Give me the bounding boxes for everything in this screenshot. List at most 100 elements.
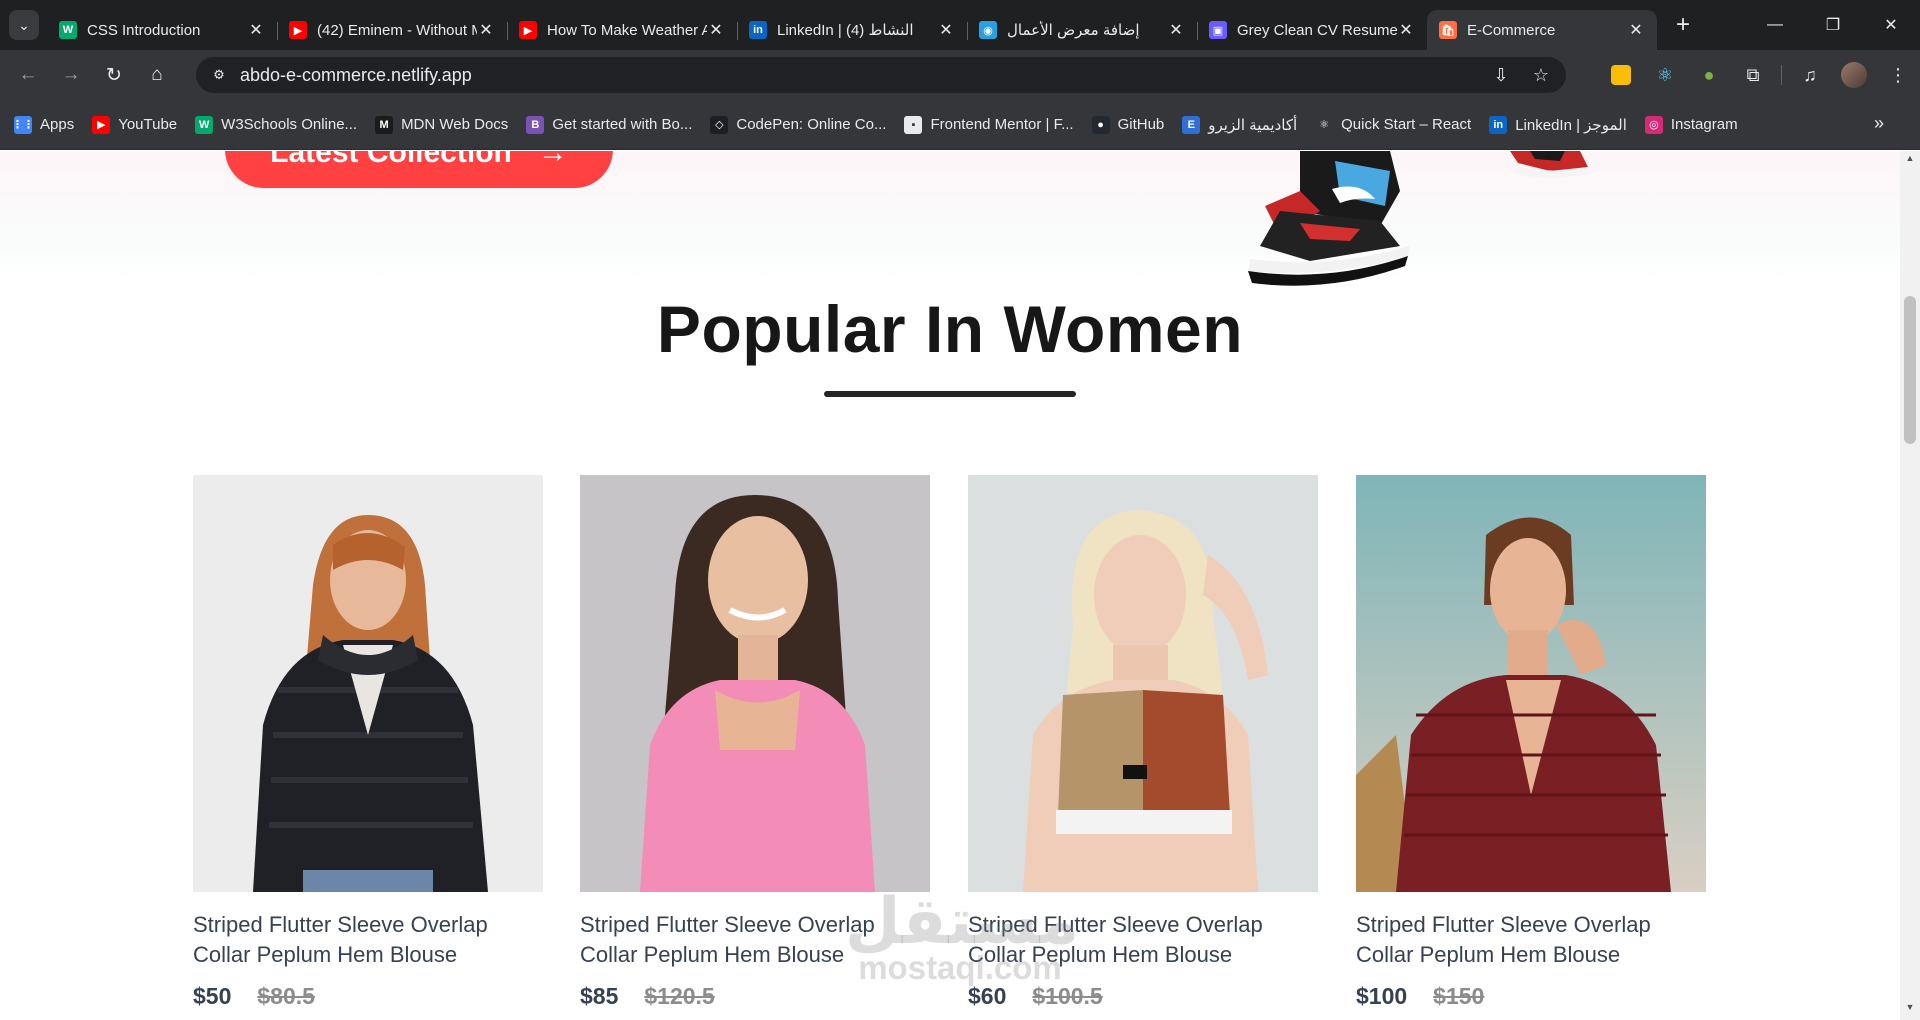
window-controls: — ❐ ✕ bbox=[1746, 0, 1920, 50]
w3schools-icon: W bbox=[59, 21, 77, 39]
bookmark-star-button[interactable]: ☆ bbox=[1528, 62, 1554, 88]
tab-5[interactable]: ◉ إضافة معرض الأعمال ✕ bbox=[967, 10, 1197, 50]
close-window-button[interactable]: ✕ bbox=[1862, 0, 1920, 50]
bookmark-label: MDN Web Docs bbox=[401, 116, 509, 133]
product-prices: $60 $100.5 bbox=[968, 983, 1318, 1010]
product-name[interactable]: Striped Flutter Sleeve Overlap Collar Pe… bbox=[968, 910, 1318, 970]
menu-button[interactable]: ⋮ bbox=[1876, 57, 1920, 93]
tune-icon: ⚙ bbox=[213, 67, 225, 82]
reload-button[interactable]: ↻ bbox=[99, 60, 129, 90]
product-name[interactable]: Striped Flutter Sleeve Overlap Collar Pe… bbox=[580, 910, 930, 970]
product-card[interactable]: Striped Flutter Sleeve Overlap Collar Pe… bbox=[580, 475, 930, 1010]
tab-2[interactable]: ▶ (42) Eminem - Without Me ✕ bbox=[277, 10, 507, 50]
puzzle-icon: ⧉ bbox=[1746, 64, 1760, 85]
bookmarks-overflow-button[interactable]: » bbox=[1874, 113, 1884, 134]
minimize-icon: — bbox=[1767, 16, 1783, 33]
bookmark-item[interactable]: W W3Schools Online... bbox=[195, 115, 357, 134]
install-app-button[interactable]: ⇩ bbox=[1488, 62, 1514, 88]
home-icon: ⌂ bbox=[151, 64, 163, 85]
product-photo[interactable] bbox=[580, 475, 930, 892]
profile-button[interactable] bbox=[1832, 57, 1876, 93]
install-icon: ⇩ bbox=[1493, 64, 1509, 85]
extension-react-devtools[interactable]: ⚛ bbox=[1643, 57, 1687, 93]
react-icon: ⚛ bbox=[1656, 64, 1674, 85]
product-card[interactable]: Striped Flutter Sleeve Overlap Collar Pe… bbox=[193, 475, 543, 1010]
minimize-button[interactable]: — bbox=[1746, 0, 1804, 50]
extensions-button[interactable]: ⧉ bbox=[1731, 57, 1775, 93]
product-photo[interactable] bbox=[193, 475, 543, 892]
product-name[interactable]: Striped Flutter Sleeve Overlap Collar Pe… bbox=[1356, 910, 1706, 970]
tab-7[interactable]: 🛍 E-Commerce ✕ bbox=[1427, 10, 1657, 50]
tab-close-button[interactable]: ✕ bbox=[247, 20, 265, 40]
tab-4[interactable]: in LinkedIn | النشاط (4) ✕ bbox=[737, 10, 967, 50]
bookmark-label: GitHub bbox=[1117, 116, 1165, 133]
bookmark-item[interactable]: ▶ YouTube bbox=[92, 115, 177, 134]
tab-close-button[interactable]: ✕ bbox=[707, 20, 725, 40]
product-card[interactable]: Striped Flutter Sleeve Overlap Collar Pe… bbox=[1356, 475, 1706, 1010]
bookmark-label: أكاديمية الزيرو bbox=[1208, 116, 1298, 134]
tab-close-button[interactable]: ✕ bbox=[1397, 20, 1415, 40]
tab-close-button[interactable]: ✕ bbox=[1167, 20, 1185, 40]
mdn-icon: M bbox=[375, 115, 394, 134]
scroll-down-arrow[interactable]: ▼ bbox=[1900, 1002, 1920, 1018]
scroll-up-arrow[interactable]: ▲ bbox=[1900, 153, 1920, 169]
product-old-price: $100.5 bbox=[1032, 983, 1103, 1009]
react-icon: ⚛ bbox=[1315, 115, 1334, 134]
tab-1[interactable]: W CSS Introduction ✕ bbox=[47, 10, 277, 50]
tab-search-button[interactable]: ⌄ bbox=[9, 10, 39, 40]
bookmark-item[interactable]: ⋮⋮ Apps bbox=[12, 115, 74, 134]
mostaql-icon: ◉ bbox=[979, 21, 997, 39]
reload-icon: ↻ bbox=[106, 64, 122, 86]
apps-grid-icon: ⋮⋮ bbox=[12, 115, 34, 134]
bookmark-item[interactable]: M MDN Web Docs bbox=[375, 115, 509, 134]
section-title: Popular In Women bbox=[656, 292, 1244, 366]
bookmark-item[interactable]: ◎ Instagram bbox=[1644, 115, 1738, 134]
tab-6[interactable]: ▣ Grey Clean CV Resume ✕ bbox=[1197, 10, 1427, 50]
browser-toolbar: ← → ↻ ⌂ ⚙ abdo-e-commerce.netlify.app ⇩ … bbox=[0, 50, 1920, 100]
youtube-icon: ▶ bbox=[92, 115, 111, 134]
bookmark-label: Get started with Bo... bbox=[552, 116, 693, 133]
toolbar-divider bbox=[1781, 65, 1782, 85]
site-info-button[interactable]: ⚙ bbox=[206, 62, 232, 88]
tab-3[interactable]: ▶ How To Make Weather App✕ bbox=[507, 10, 737, 50]
forward-button[interactable]: → bbox=[56, 60, 86, 90]
bookmark-item[interactable]: ◇ CodePen: Online Co... bbox=[710, 115, 886, 134]
tab-close-button[interactable]: ✕ bbox=[1627, 20, 1645, 40]
sneaker-image bbox=[1510, 151, 1590, 178]
star-icon: ☆ bbox=[1532, 64, 1550, 85]
bookmark-item[interactable]: B Get started with Bo... bbox=[526, 115, 693, 134]
product-photo[interactable] bbox=[1356, 475, 1706, 892]
elzero-icon: E bbox=[1182, 115, 1201, 134]
home-button[interactable]: ⌂ bbox=[142, 60, 172, 90]
tab-title: LinkedIn | النشاط (4) bbox=[777, 22, 914, 39]
tab-close-button[interactable]: ✕ bbox=[477, 20, 495, 40]
tab-title: Grey Clean CV Resume bbox=[1237, 21, 1397, 39]
page-scrollbar[interactable]: ▲ ▼ bbox=[1900, 151, 1920, 1020]
product-image bbox=[193, 475, 543, 892]
tab-close-button[interactable]: ✕ bbox=[937, 20, 955, 40]
product-card[interactable]: Striped Flutter Sleeve Overlap Collar Pe… bbox=[968, 475, 1318, 1010]
back-button[interactable]: ← bbox=[13, 60, 43, 90]
latest-collection-button[interactable]: Latest Collection → bbox=[225, 151, 613, 188]
bookmark-item[interactable]: in LinkedIn | الموجز bbox=[1489, 115, 1627, 134]
tab-strip: ⌄ W CSS Introduction ✕ ▶ (42) Eminem - Witho… bbox=[0, 0, 1920, 50]
extension-keep[interactable] bbox=[1599, 57, 1643, 93]
frontend-mentor-icon: ▪ bbox=[904, 115, 923, 134]
product-image bbox=[1356, 475, 1706, 892]
product-price: $60 bbox=[968, 983, 1007, 1009]
chevron-down-icon: ⌄ bbox=[18, 16, 30, 33]
address-bar[interactable]: ⚙ abdo-e-commerce.netlify.app ⇩ ☆ bbox=[196, 57, 1566, 93]
media-controls-button[interactable]: ♫ bbox=[1788, 57, 1832, 93]
new-tab-button[interactable]: + bbox=[1669, 12, 1697, 40]
bookmark-item[interactable]: ▪ Frontend Mentor | F... bbox=[904, 115, 1074, 134]
extensions-area: ⚛ ● ⧉ ♫ ⋮ bbox=[1599, 57, 1920, 93]
product-name[interactable]: Striped Flutter Sleeve Overlap Collar Pe… bbox=[193, 910, 543, 970]
bookmark-item[interactable]: E أكاديمية الزيرو bbox=[1182, 115, 1298, 134]
bookmark-item[interactable]: ● GitHub bbox=[1091, 115, 1165, 134]
url-text[interactable]: abdo-e-commerce.netlify.app bbox=[240, 65, 472, 86]
scrollbar-thumb[interactable] bbox=[1904, 296, 1916, 444]
bookmark-item[interactable]: ⚛ Quick Start – React bbox=[1315, 115, 1471, 134]
product-photo[interactable] bbox=[968, 475, 1318, 892]
extension-color-picker[interactable]: ● bbox=[1687, 57, 1731, 93]
restore-button[interactable]: ❐ bbox=[1804, 0, 1862, 50]
